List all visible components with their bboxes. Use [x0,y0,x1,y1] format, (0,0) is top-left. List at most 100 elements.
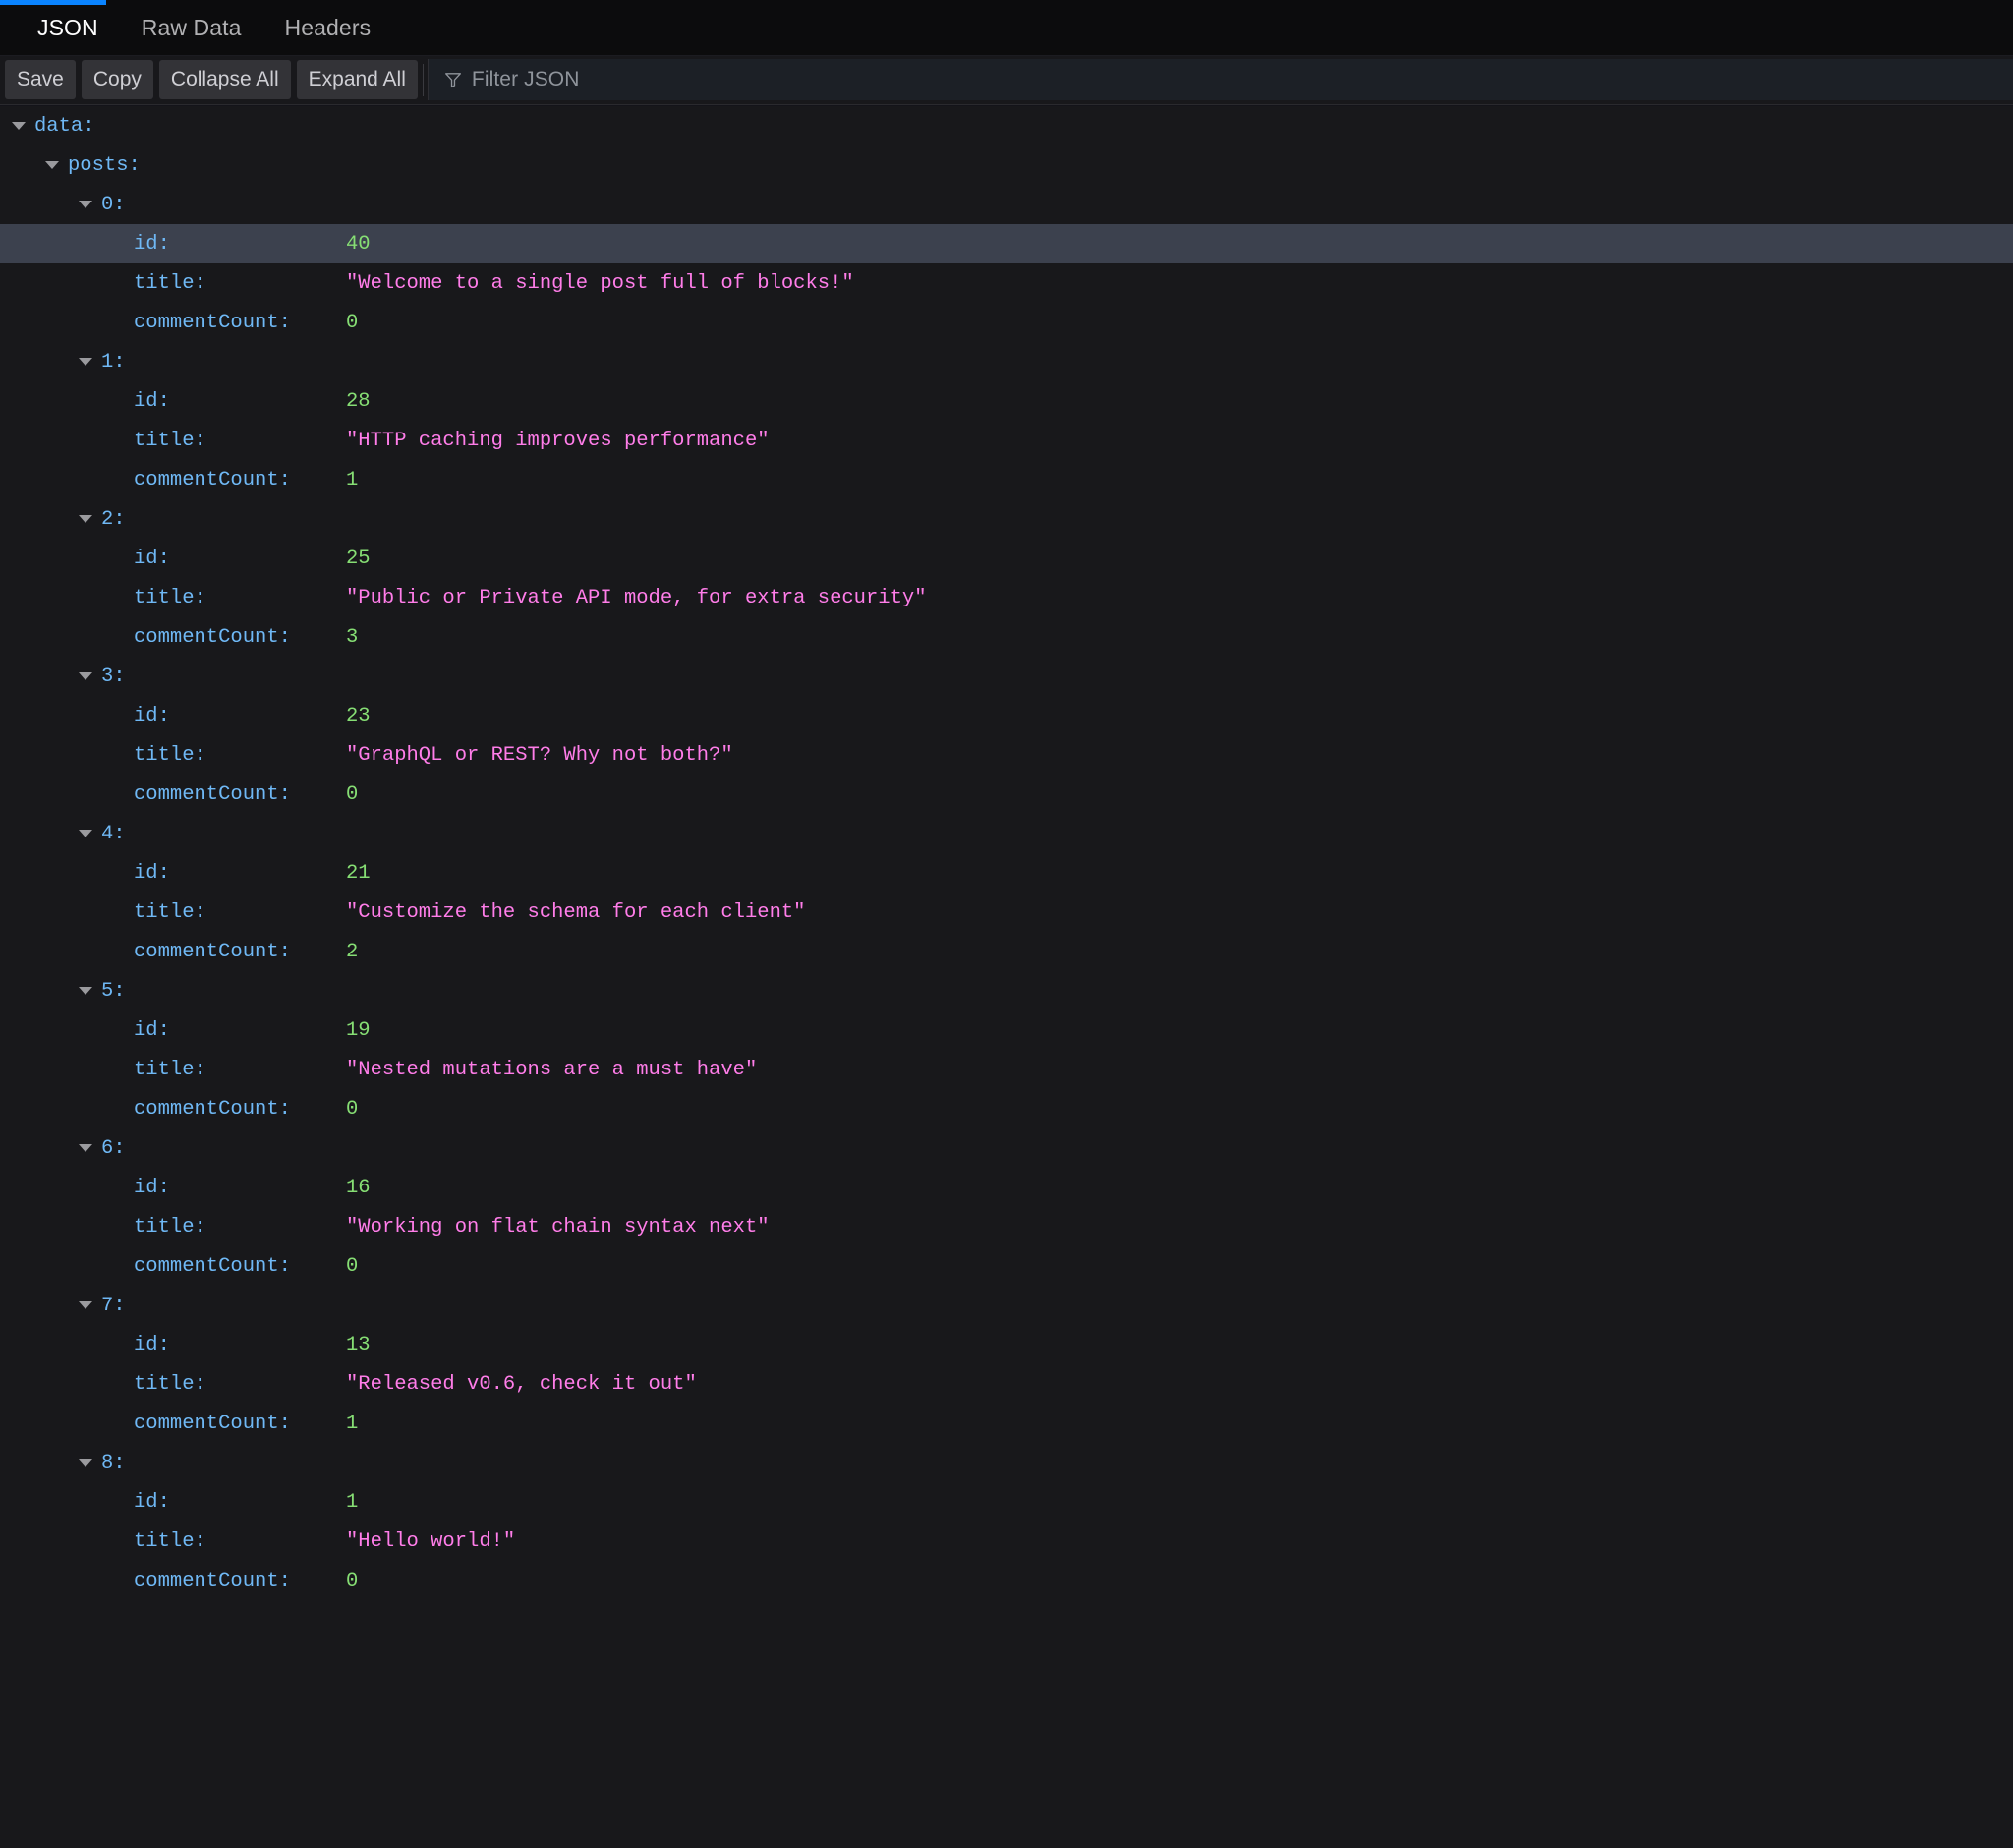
chevron-down-icon[interactable] [79,358,92,366]
json-row-title[interactable]: title: "Released v0.6, check it out" [0,1364,2013,1404]
json-node-post-0[interactable]: 0: [0,185,2013,224]
json-key-commentcount: commentCount: [134,625,291,649]
json-row-title[interactable]: title: "Nested mutations are a must have… [0,1050,2013,1089]
json-row-title[interactable]: title: "GraphQL or REST? Why not both?" [0,735,2013,775]
chevron-down-icon[interactable] [79,515,92,523]
json-node-post-2[interactable]: 2: [0,499,2013,539]
json-row-commentcount[interactable]: commentCount: 2 [0,932,2013,971]
json-row-commentcount[interactable]: commentCount: 0 [0,303,2013,342]
json-key-id: id: [134,861,170,885]
json-row-id[interactable]: id: 23 [0,696,2013,735]
json-key-title: title: [134,429,206,452]
json-index-label: 1: [101,350,126,374]
json-tree-panel[interactable]: data: posts: 0: id: 40 title: "Welcome t… [0,106,2013,1848]
json-row-title[interactable]: title: "Welcome to a single post full of… [0,263,2013,303]
json-value-commentcount: 0 [346,1097,359,1121]
json-value-id: 28 [346,389,371,413]
expand-all-button[interactable]: Expand All [296,60,418,99]
json-index-label: 0: [101,193,126,216]
json-key-data: data: [34,114,95,138]
expand-all-button-label: Expand All [308,68,406,90]
chevron-down-icon[interactable] [79,987,92,995]
json-value-commentcount: 3 [346,625,359,649]
json-key-id: id: [134,547,170,570]
json-value-id: 40 [346,232,371,256]
json-row-commentcount[interactable]: commentCount: 0 [0,1561,2013,1600]
json-key-id: id: [134,1176,170,1199]
json-value-commentcount: 2 [346,940,359,963]
json-row-commentcount[interactable]: commentCount: 1 [0,460,2013,499]
json-key-commentcount: commentCount: [134,1569,291,1592]
json-row-id[interactable]: id: 16 [0,1168,2013,1207]
json-key-commentcount: commentCount: [134,1097,291,1121]
json-row-id[interactable]: id: 19 [0,1011,2013,1050]
chevron-down-icon[interactable] [79,1301,92,1309]
json-row-title[interactable]: title: "HTTP caching improves performanc… [0,421,2013,460]
filter-json-input[interactable]: Filter JSON [427,59,2013,100]
json-node-post-4[interactable]: 4: [0,814,2013,853]
json-row-id[interactable]: id: 13 [0,1325,2013,1364]
json-row-id[interactable]: id: 21 [0,853,2013,893]
toolbar-divider [422,64,424,96]
json-row-commentcount[interactable]: commentCount: 3 [0,617,2013,657]
json-value-title: "Public or Private API mode, for extra s… [346,586,927,609]
json-row-title[interactable]: title: "Working on flat chain syntax nex… [0,1207,2013,1246]
tab-headers[interactable]: Headers [263,0,393,56]
tab-raw-data[interactable]: Raw Data [120,0,263,56]
json-row-title[interactable]: title: "Hello world!" [0,1522,2013,1561]
chevron-down-icon[interactable] [79,201,92,208]
json-row-commentcount[interactable]: commentCount: 0 [0,1246,2013,1286]
tab-headers-label: Headers [284,14,372,40]
json-node-post-6[interactable]: 6: [0,1128,2013,1168]
json-value-commentcount: 0 [346,311,359,334]
json-node-data[interactable]: data: [0,106,2013,145]
json-value-title: "Hello world!" [346,1530,516,1553]
json-key-title: title: [134,743,206,767]
json-node-post-1[interactable]: 1: [0,342,2013,381]
chevron-down-icon[interactable] [79,1144,92,1152]
json-row-id[interactable]: id: 1 [0,1482,2013,1522]
json-key-id: id: [134,704,170,727]
json-index-label: 5: [101,979,126,1003]
json-node-posts[interactable]: posts: [0,145,2013,185]
tab-json-label: JSON [37,14,98,40]
json-value-title: "Working on flat chain syntax next" [346,1215,770,1239]
json-index-label: 2: [101,507,126,531]
json-value-title: "Customize the schema for each client" [346,900,806,924]
json-key-title: title: [134,271,206,295]
json-row-id[interactable]: id: 40 [0,224,2013,263]
json-key-id: id: [134,389,170,413]
json-node-post-8[interactable]: 8: [0,1443,2013,1482]
json-row-title[interactable]: title: "Customize the schema for each cl… [0,893,2013,932]
json-value-id: 19 [346,1018,371,1042]
chevron-down-icon[interactable] [79,672,92,680]
copy-button[interactable]: Copy [81,60,153,99]
json-node-post-7[interactable]: 7: [0,1286,2013,1325]
json-row-title[interactable]: title: "Public or Private API mode, for … [0,578,2013,617]
json-node-post-3[interactable]: 3: [0,657,2013,696]
json-row-commentcount[interactable]: commentCount: 0 [0,775,2013,814]
active-tab-accent-strip [0,0,106,5]
json-row-id[interactable]: id: 28 [0,381,2013,421]
json-row-id[interactable]: id: 25 [0,539,2013,578]
chevron-down-icon[interactable] [12,122,26,130]
chevron-down-icon[interactable] [79,830,92,837]
tab-json[interactable]: JSON [16,0,120,56]
json-key-title: title: [134,1530,206,1553]
json-key-title: title: [134,1058,206,1081]
json-key-commentcount: commentCount: [134,1412,291,1435]
json-value-title: "Released v0.6, check it out" [346,1372,697,1396]
json-row-commentcount[interactable]: commentCount: 0 [0,1089,2013,1128]
json-value-commentcount: 0 [346,782,359,806]
collapse-all-button[interactable]: Collapse All [158,60,291,99]
filter-icon [444,73,461,88]
chevron-down-icon[interactable] [45,161,59,169]
json-key-id: id: [134,1333,170,1357]
devtools-tabbar: JSON Raw Data Headers [0,0,2013,56]
chevron-down-icon[interactable] [79,1459,92,1467]
json-node-post-5[interactable]: 5: [0,971,2013,1011]
save-button[interactable]: Save [5,60,76,99]
json-row-commentcount[interactable]: commentCount: 1 [0,1404,2013,1443]
json-index-label: 3: [101,664,126,688]
json-value-id: 23 [346,704,371,727]
